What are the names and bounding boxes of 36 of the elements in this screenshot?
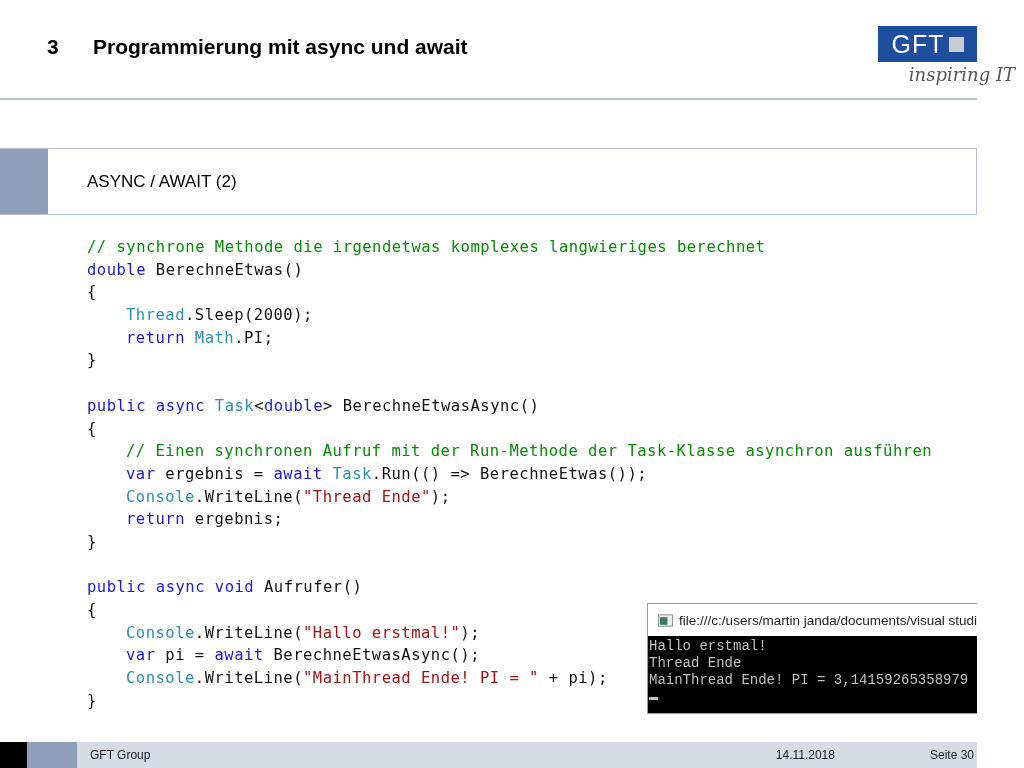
footer-company: GFT Group xyxy=(90,748,152,762)
footer-dark-block xyxy=(0,742,27,768)
section-marker xyxy=(0,149,48,214)
console-title: file:///c:/users/martin janda/documents/visual studi xyxy=(679,612,977,628)
code-line: { xyxy=(87,600,97,621)
logo-tagline: inspiring IT xyxy=(908,64,1015,85)
code-line: double BerechneEtwas() xyxy=(87,259,304,281)
code-line: Console.WriteLine("Thread Ende"); xyxy=(126,486,451,508)
slide-number: 3 xyxy=(47,35,60,59)
console-output-line: Thread Ende xyxy=(649,655,743,672)
logo: GFT xyxy=(878,26,977,62)
code-line: } xyxy=(87,531,97,553)
code-line: var pi = await BerechneEtwasAsync(); xyxy=(126,645,480,667)
slide-title: Programmierung mit async und await xyxy=(93,35,469,59)
code-line: Console.WriteLine("MainThread Ende! PI = " + pi); xyxy=(126,668,608,690)
code-line: // Einen synchronen Aufruf mit der Run-Methode der Task-Klasse asynchron ausführen xyxy=(126,441,933,463)
section-title: ASYNC / AWAIT (2) xyxy=(87,171,237,192)
footer-page-number: Seite 30 xyxy=(929,748,974,762)
code-line: var ergebnis = await Task.Run(() => BerechneEtwas()); xyxy=(126,463,648,485)
code-line: public async void Aufrufer() xyxy=(87,577,363,599)
code-line: } xyxy=(87,690,97,712)
code-line: Thread.Sleep(2000); xyxy=(126,305,313,327)
console-app-icon xyxy=(658,613,674,627)
code-line: } xyxy=(87,350,97,372)
code-line: public async Task<double> BerechneEtwasAsync() xyxy=(87,395,540,417)
code-line: { xyxy=(87,282,97,304)
code-line: { xyxy=(87,418,97,440)
code-line: // synchrone Methode die irgendetwas komplexes langwieriges berechnet xyxy=(87,237,766,258)
footer-accent-block xyxy=(27,742,77,768)
console-output-line: Hallo erstmal! xyxy=(649,638,768,655)
console-cursor xyxy=(649,697,658,700)
footer-date: 14.11.2018 xyxy=(775,748,835,762)
console-output-line: MainThread Ende! PI = 3,14159265358979 xyxy=(649,672,970,689)
code-line: return ergebnis; xyxy=(126,509,284,531)
code-line: Console.WriteLine("Hallo erstmal!"); xyxy=(126,622,480,644)
code-line: return Math.PI; xyxy=(126,327,274,349)
